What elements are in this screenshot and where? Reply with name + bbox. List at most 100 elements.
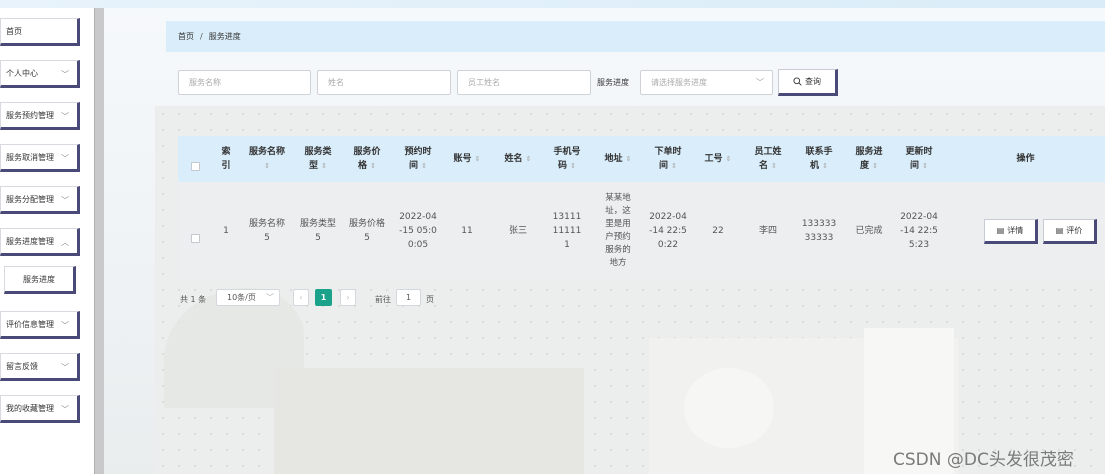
background-shelf-image	[274, 368, 584, 474]
cell-name: 张三	[508, 226, 527, 236]
cell-text: 13111111111	[552, 212, 582, 250]
header-label: 工号	[704, 154, 723, 164]
column-header-service-name[interactable]: 服务名称 ⇕	[243, 136, 291, 182]
column-header-order-time[interactable]: 下单时间 ⇕	[647, 136, 689, 182]
prev-page-button[interactable]: ‹	[293, 289, 309, 306]
chevron-down-icon: ﹀	[61, 196, 69, 205]
service-name-input[interactable]: 服务名称	[178, 70, 311, 95]
column-header-name[interactable]: 姓名 ⇕	[496, 136, 540, 182]
breadcrumb-current: 服务进度	[208, 32, 241, 41]
column-header-progress[interactable]: 服务进度 ⇕	[848, 136, 890, 182]
header-label: 员工姓名	[754, 147, 782, 171]
column-header-service-price[interactable]: 服务价格 ⇕	[347, 136, 387, 182]
sort-icon[interactable]: ⇕	[475, 155, 481, 163]
sidebar-item-label: 首页	[6, 26, 22, 36]
page-size-select[interactable]: 10条/页 ﹀	[216, 289, 280, 306]
sidebar-item-booking-management[interactable]: 服务预约管理 ﹀	[0, 102, 80, 130]
sort-icon[interactable]: ⇕	[370, 162, 376, 170]
cell-order-time: 2022-04-14 22:50:22	[647, 182, 689, 280]
sidebar-item-progress-management[interactable]: 服务进度管理 ︿	[0, 228, 80, 256]
sort-icon[interactable]: ⇕	[872, 162, 878, 170]
sort-icon[interactable]: ⇕	[726, 155, 732, 163]
sidebar-item-label: 我的收藏管理	[6, 403, 54, 413]
header-label: 服务价格	[353, 147, 381, 171]
sidebar-item-personal-center[interactable]: 个人中心 ﹀	[0, 60, 80, 88]
document-icon: ▤	[996, 226, 1005, 235]
name-input[interactable]: 姓名	[317, 70, 451, 95]
sidebar-subitem-progress[interactable]: 服务进度	[4, 266, 76, 294]
column-header-service-type[interactable]: 服务类型 ⇕	[298, 136, 338, 182]
chevron-down-icon: ﹀	[61, 363, 69, 372]
document-icon: ▤	[1055, 226, 1064, 235]
column-header-contact-phone[interactable]: 联系手机 ⇕	[798, 136, 840, 182]
cell-text: 2022-04-14 22:50:22	[649, 212, 687, 250]
sort-icon[interactable]: ⇕	[264, 159, 270, 173]
sidebar-item-assignment-management[interactable]: 服务分配管理 ﹀	[0, 186, 80, 214]
progress-placeholder: 请选择服务进度	[651, 78, 707, 87]
column-header-actions: 操作	[946, 136, 1105, 182]
chevron-down-icon: ﹀	[61, 321, 69, 330]
cell-booking-time: 2022-04-15 05:00:05	[397, 182, 439, 280]
sidebar: 首页 个人中心 ﹀ 服务预约管理 ﹀ 服务取消管理 ﹀ 服务分配管理 ﹀ 服务进…	[0, 8, 94, 474]
column-header-update-time[interactable]: 更新时间 ⇕	[898, 136, 940, 182]
employee-name-placeholder: 员工姓名	[468, 78, 500, 87]
sidebar-item-favorites-management[interactable]: 我的收藏管理 ﹀	[0, 395, 80, 423]
next-page-button[interactable]: ›	[340, 289, 356, 306]
chevron-down-icon: ﹀	[61, 154, 69, 163]
employee-name-input[interactable]: 员工姓名	[457, 70, 591, 95]
service-name-placeholder: 服务名称	[189, 78, 221, 87]
header-label: 下单时间	[654, 147, 682, 171]
sort-icon[interactable]: ⇕	[526, 155, 532, 163]
header-label: 账号	[453, 154, 472, 164]
sort-icon[interactable]: ⇕	[421, 162, 427, 170]
column-header-employee-name[interactable]: 员工姓名 ⇕	[747, 136, 789, 182]
sort-icon[interactable]: ⇕	[570, 162, 576, 170]
goto-page-input[interactable]: 1	[396, 289, 421, 306]
main-content: 首页 / 服务进度 服务名称 姓名 员工姓名 服务进度 请选择服务进度 ﹀ 查询…	[104, 8, 1105, 474]
cell-text: 2022-04-14 22:55:23	[900, 212, 938, 250]
column-header-account[interactable]: 账号 ⇕	[446, 136, 488, 182]
cell-service-price: 服务价格5	[347, 182, 387, 280]
column-header-address[interactable]: 地址 ⇕	[596, 136, 640, 182]
cell-text: 某某地址，这里是用户预约服务的地方	[605, 193, 631, 268]
sort-icon[interactable]: ⇕	[822, 162, 828, 170]
goto-label: 前往	[375, 295, 391, 304]
cell-text: 服务类型5	[300, 219, 337, 243]
sidebar-item-review-management[interactable]: 评价信息管理 ﹀	[0, 311, 80, 339]
header-label: 服务进度	[855, 147, 883, 171]
header-label: 更新时间	[905, 147, 933, 171]
cell-update-time: 2022-04-14 22:55:23	[898, 182, 940, 280]
breadcrumb-home[interactable]: 首页	[178, 31, 194, 42]
watermark: CSDN @DC头发很茂密	[893, 450, 1074, 470]
name-placeholder: 姓名	[328, 78, 344, 87]
progress-label: 服务进度	[597, 78, 629, 87]
column-header-booking-time[interactable]: 预约时间 ⇕	[397, 136, 439, 182]
sidebar-item-home[interactable]: 首页	[0, 18, 80, 46]
sort-icon[interactable]: ⇕	[922, 162, 928, 170]
progress-select[interactable]: 请选择服务进度 ﹀	[640, 70, 773, 95]
sidebar-item-feedback[interactable]: 留言反馈 ﹀	[0, 353, 80, 381]
sort-icon[interactable]: ⇕	[321, 162, 327, 170]
column-header-employee-id[interactable]: 工号 ⇕	[697, 136, 739, 182]
row-checkbox[interactable]	[191, 234, 200, 243]
sort-icon[interactable]: ⇕	[771, 162, 777, 170]
query-button[interactable]: 查询	[778, 69, 838, 96]
page-suffix: 页	[426, 295, 434, 304]
query-button-label: 查询	[805, 77, 821, 86]
cell-address: 某某地址，这里是用户预约服务的地方	[596, 182, 640, 280]
chevron-down-icon: ﹀	[266, 293, 274, 302]
sidebar-item-cancel-management[interactable]: 服务取消管理 ﹀	[0, 144, 80, 172]
cell-phone: 13111111111	[546, 182, 588, 280]
page-button-current[interactable]: 1	[315, 289, 332, 306]
review-button[interactable]: ▤ 评价	[1043, 219, 1097, 244]
header-label: 预约时间	[404, 147, 432, 171]
sort-icon[interactable]: ⇕	[626, 155, 632, 163]
sort-icon[interactable]: ⇕	[671, 162, 677, 170]
detail-button[interactable]: ▤ 详情	[984, 219, 1038, 244]
column-header-phone[interactable]: 手机号码 ⇕	[546, 136, 588, 182]
column-header-index: 索引	[216, 136, 236, 182]
chevron-down-icon: ﹀	[756, 78, 764, 87]
header-label: 操作	[1016, 154, 1035, 164]
select-all-checkbox[interactable]	[191, 162, 200, 171]
sidebar-scrollbar[interactable]	[94, 8, 104, 474]
